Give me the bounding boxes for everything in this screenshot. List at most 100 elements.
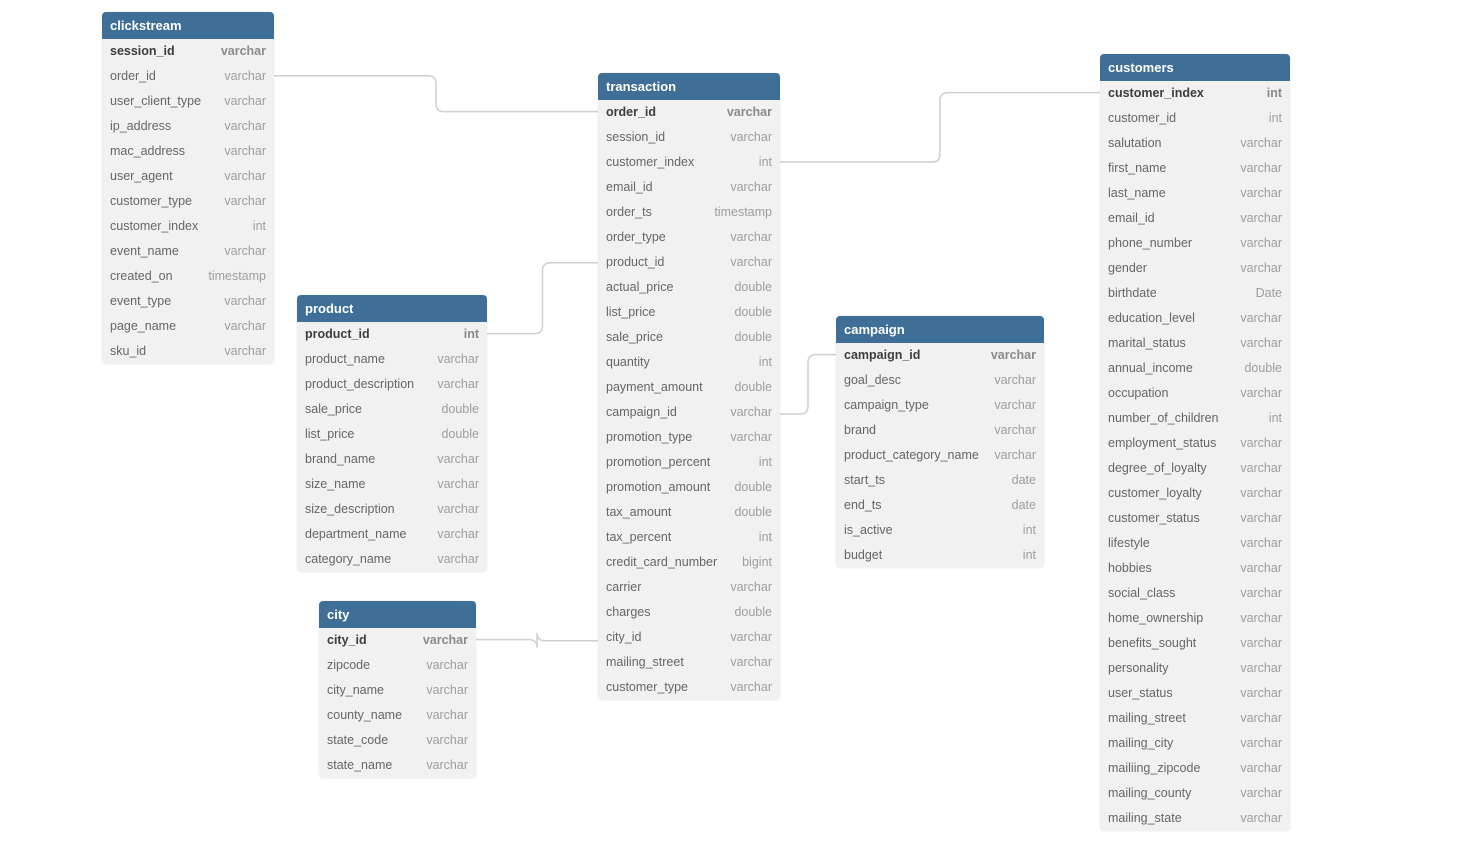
column-row[interactable]: user_agentvarchar [102,164,274,189]
column-row[interactable]: campaign_idvarchar [598,400,780,425]
column-row[interactable]: mailing_statevarchar [1100,806,1290,831]
column-row[interactable]: list_pricedouble [598,300,780,325]
column-row[interactable]: last_namevarchar [1100,181,1290,206]
column-row[interactable]: chargesdouble [598,600,780,625]
table-city[interactable]: citycity_idvarcharzipcodevarcharcity_nam… [319,601,476,778]
column-row[interactable]: mailiing_zipcodevarchar [1100,756,1290,781]
column-row[interactable]: state_codevarchar [319,728,476,753]
column-row[interactable]: customer_indexint [102,214,274,239]
column-row[interactable]: city_namevarchar [319,678,476,703]
column-row[interactable]: goal_descvarchar [836,368,1044,393]
column-row[interactable]: social_classvarchar [1100,581,1290,606]
column-row[interactable]: customer_typevarchar [598,675,780,700]
column-row[interactable]: created_ontimestamp [102,264,274,289]
table-customers[interactable]: customerscustomer_indexintcustomer_idint… [1100,54,1290,831]
table-header[interactable]: product [297,295,487,322]
column-row[interactable]: city_idvarchar [319,628,476,653]
table-campaign[interactable]: campaigncampaign_idvarchargoal_descvarch… [836,316,1044,568]
column-row[interactable]: promotion_typevarchar [598,425,780,450]
column-row[interactable]: order_tstimestamp [598,200,780,225]
table-header[interactable]: city [319,601,476,628]
column-row[interactable]: annual_incomedouble [1100,356,1290,381]
column-row[interactable]: first_namevarchar [1100,156,1290,181]
column-row[interactable]: tax_percentint [598,525,780,550]
column-row[interactable]: session_idvarchar [598,125,780,150]
column-row[interactable]: product_descriptionvarchar [297,372,487,397]
column-row[interactable]: order_typevarchar [598,225,780,250]
column-row[interactable]: user_client_typevarchar [102,89,274,114]
column-row[interactable]: list_pricedouble [297,422,487,447]
column-row[interactable]: page_namevarchar [102,314,274,339]
column-row[interactable]: sale_pricedouble [297,397,487,422]
column-row[interactable]: payment_amountdouble [598,375,780,400]
column-row[interactable]: city_idvarchar [598,625,780,650]
column-row[interactable]: lifestylevarchar [1100,531,1290,556]
column-row[interactable]: phone_numbervarchar [1100,231,1290,256]
column-row[interactable]: employment_statusvarchar [1100,431,1290,456]
table-header[interactable]: campaign [836,316,1044,343]
column-row[interactable]: start_tsdate [836,468,1044,493]
table-transaction[interactable]: transactionorder_idvarcharsession_idvarc… [598,73,780,700]
column-row[interactable]: email_idvarchar [1100,206,1290,231]
column-row[interactable]: birthdateDate [1100,281,1290,306]
column-row[interactable]: product_namevarchar [297,347,487,372]
table-header[interactable]: customers [1100,54,1290,81]
column-row[interactable]: customer_statusvarchar [1100,506,1290,531]
column-row[interactable]: order_idvarchar [598,100,780,125]
column-row[interactable]: personalityvarchar [1100,656,1290,681]
column-row[interactable]: county_namevarchar [319,703,476,728]
column-row[interactable]: gendervarchar [1100,256,1290,281]
column-row[interactable]: customer_typevarchar [102,189,274,214]
column-row[interactable]: category_namevarchar [297,547,487,572]
column-row[interactable]: benefits_soughtvarchar [1100,631,1290,656]
column-row[interactable]: education_levelvarchar [1100,306,1290,331]
column-row[interactable]: credit_card_numberbigint [598,550,780,575]
column-row[interactable]: order_idvarchar [102,64,274,89]
column-row[interactable]: actual_pricedouble [598,275,780,300]
table-header[interactable]: clickstream [102,12,274,39]
column-row[interactable]: marital_statusvarchar [1100,331,1290,356]
column-row[interactable]: event_namevarchar [102,239,274,264]
column-row[interactable]: size_descriptionvarchar [297,497,487,522]
column-row[interactable]: mailing_cityvarchar [1100,731,1290,756]
column-row[interactable]: state_namevarchar [319,753,476,778]
column-row[interactable]: degree_of_loyaltyvarchar [1100,456,1290,481]
column-row[interactable]: tax_amountdouble [598,500,780,525]
column-row[interactable]: ip_addressvarchar [102,114,274,139]
column-row[interactable]: brand_namevarchar [297,447,487,472]
table-header[interactable]: transaction [598,73,780,100]
column-row[interactable]: mailing_streetvarchar [598,650,780,675]
column-row[interactable]: promotion_amountdouble [598,475,780,500]
column-row[interactable]: brandvarchar [836,418,1044,443]
column-row[interactable]: home_ownershipvarchar [1100,606,1290,631]
column-row[interactable]: department_namevarchar [297,522,487,547]
column-row[interactable]: event_typevarchar [102,289,274,314]
column-row[interactable]: sale_pricedouble [598,325,780,350]
column-row[interactable]: occupationvarchar [1100,381,1290,406]
column-row[interactable]: hobbiesvarchar [1100,556,1290,581]
column-row[interactable]: end_tsdate [836,493,1044,518]
column-row[interactable]: user_statusvarchar [1100,681,1290,706]
column-row[interactable]: is_activeint [836,518,1044,543]
column-row[interactable]: campaign_typevarchar [836,393,1044,418]
table-product[interactable]: productproduct_idintproduct_namevarcharp… [297,295,487,572]
column-row[interactable]: customer_indexint [1100,81,1290,106]
column-row[interactable]: salutationvarchar [1100,131,1290,156]
column-row[interactable]: budgetint [836,543,1044,568]
column-row[interactable]: mailing_streetvarchar [1100,706,1290,731]
column-row[interactable]: mac_addressvarchar [102,139,274,164]
column-row[interactable]: product_idint [297,322,487,347]
column-row[interactable]: promotion_percentint [598,450,780,475]
column-row[interactable]: size_namevarchar [297,472,487,497]
column-row[interactable]: zipcodevarchar [319,653,476,678]
column-row[interactable]: product_category_namevarchar [836,443,1044,468]
column-row[interactable]: mailing_countyvarchar [1100,781,1290,806]
column-row[interactable]: email_idvarchar [598,175,780,200]
column-row[interactable]: session_idvarchar [102,39,274,64]
column-row[interactable]: carriervarchar [598,575,780,600]
column-row[interactable]: number_of_childrenint [1100,406,1290,431]
column-row[interactable]: product_idvarchar [598,250,780,275]
column-row[interactable]: quantityint [598,350,780,375]
column-row[interactable]: customer_idint [1100,106,1290,131]
column-row[interactable]: sku_idvarchar [102,339,274,364]
